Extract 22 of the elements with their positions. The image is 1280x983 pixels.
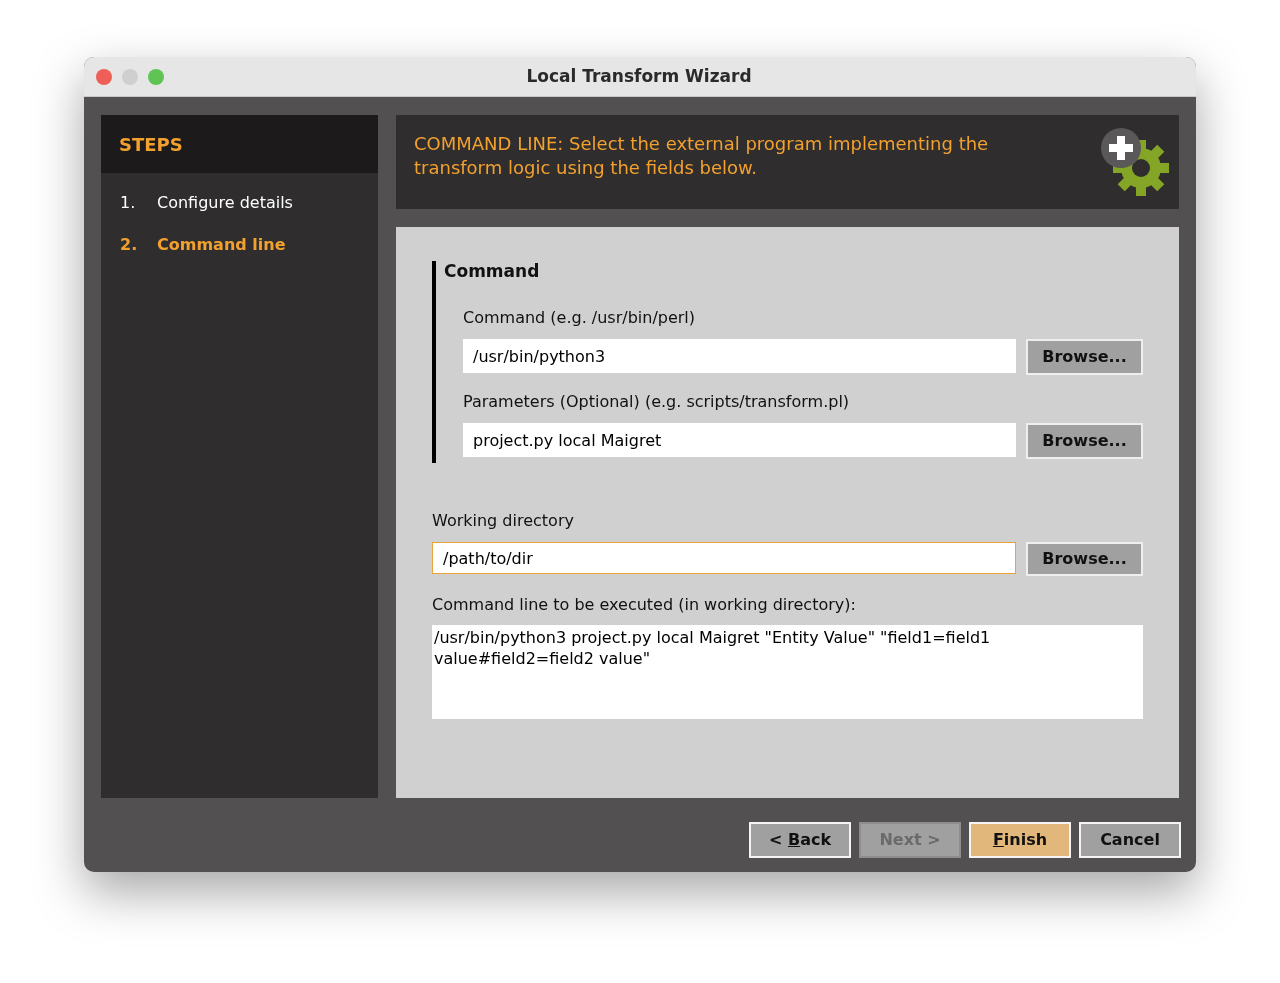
step-item[interactable]: 1. Configure details (120, 191, 359, 215)
window-title: Local Transform Wizard (526, 64, 752, 88)
wizard-button[interactable]: Cancel (1079, 822, 1181, 858)
input-field[interactable]: /path/to/dir (432, 542, 1016, 574)
browse-button[interactable]: Browse... (1026, 423, 1143, 459)
browse-button[interactable]: Browse... (1026, 339, 1143, 375)
wizard-button[interactable]: Finish (969, 822, 1071, 858)
input-field[interactable]: project.py local Maigret (463, 423, 1016, 457)
browse-button[interactable]: Browse... (1026, 542, 1143, 576)
field-label: Working directory (432, 510, 575, 532)
command-preview-text: /usr/bin/python3 project.py local Maigret "Entity Value" "field1=field1 value#field2=field2 value" (432, 625, 1143, 719)
close-button[interactable] (96, 68, 112, 85)
field-label: Parameters (Optional) (e.g. scripts/transform.pl) (463, 391, 851, 413)
input-field[interactable]: /usr/bin/python3 (463, 339, 1016, 373)
section-title: Command (444, 261, 541, 281)
step-item[interactable]: 2. Command line (120, 233, 359, 257)
wizard-button[interactable]: < Back (749, 822, 851, 858)
zoom-button[interactable] (148, 68, 164, 85)
field-label: Command (e.g. /usr/bin/perl) (463, 307, 697, 329)
steps-title: STEPS (119, 132, 183, 157)
header-text: COMMAND LINE: Select the external program implementing the transform logic using the fields below. (414, 132, 990, 180)
field-label: Command line to be executed (in working directory): (432, 594, 857, 616)
